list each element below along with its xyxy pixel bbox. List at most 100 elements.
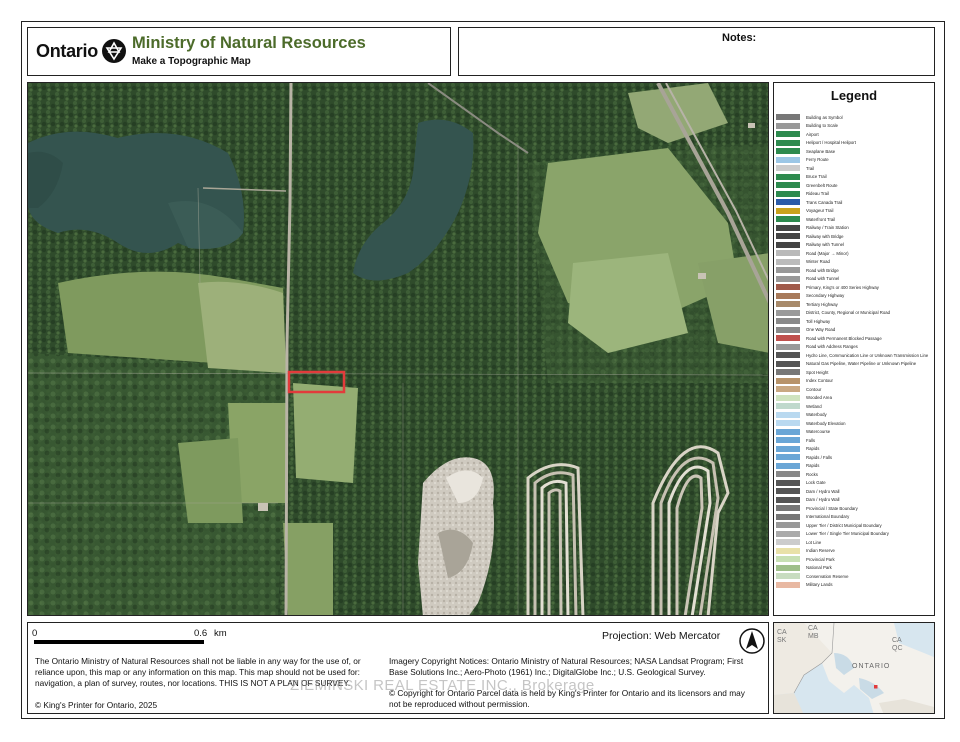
north-arrow-icon [739, 628, 765, 654]
legend-symbol-icon [776, 207, 800, 214]
legend-item-label: Road with Bridge [806, 267, 839, 273]
legend-item: Natural Gas Pipeline, Water Pipeline or … [776, 360, 916, 368]
legend-item-label: Military Lands [806, 582, 833, 587]
header-box: Ontario Ministry of Natural Resources Ma… [27, 27, 451, 76]
legend-item: Railway / Train Station [776, 224, 849, 232]
legend-symbol-icon [776, 318, 800, 324]
legend-item: Greenbelt Route [776, 181, 838, 189]
legend-item: District, County, Regional or Municipal … [776, 309, 890, 317]
legend-item: Tertiary Highway [776, 300, 838, 308]
legend-symbol-icon [776, 428, 800, 435]
legend-symbol-icon [776, 522, 800, 528]
legend-item-label: Provincial / State Boundary [806, 505, 858, 511]
legend-item-label: Lower Tier / Single Tier Municipal Bound… [806, 531, 889, 536]
legend-symbol-icon [776, 386, 800, 392]
legend-item: Dam / Hydro Wall [776, 496, 840, 504]
legend-item: Provincial Park [776, 555, 835, 563]
legend-item: Wetland [776, 402, 822, 410]
legend-item-label: Falls [806, 437, 816, 443]
legend-symbol-icon [776, 258, 800, 265]
legend-item: Upper Tier / District Municipal Boundary [776, 521, 882, 529]
brokerage-watermark: ZIEMINSKI REAL ESTATE INC., Brokerage [290, 677, 595, 694]
legend-item-label: Waterbody [806, 412, 827, 417]
legend-item-label: Wetland [806, 403, 822, 409]
notes-label: Notes: [722, 32, 757, 44]
legend-item: Rideau Trail [776, 190, 829, 198]
legend-item-label: Dam / Hydro Wall [806, 497, 840, 502]
legend-item: International Boundary [776, 513, 849, 521]
legend-symbol-icon [776, 369, 800, 375]
legend-item: Watercourse [776, 428, 830, 436]
legend-title: Legend [830, 88, 878, 103]
legend-symbol-icon [776, 275, 800, 282]
legend-item-label: Rocks [806, 471, 818, 477]
legend-symbol-icon [776, 513, 800, 520]
overview-label-mb: CA MB [808, 625, 819, 640]
legend-item: Falls [776, 436, 815, 444]
legend-item: Building as Symbol [776, 113, 843, 121]
legend-item-label: Contour [806, 386, 822, 392]
legend-item-label: Secondary Highway [806, 293, 845, 298]
legend-item-label: Primary, King's or 400 Series Highway [806, 284, 879, 290]
legend-symbol-icon [776, 437, 800, 443]
legend-item-label: Wooded Area [806, 395, 832, 400]
legend-item: Road (Major → Minor) [776, 249, 849, 257]
legend-item-label: Tertiary Highway [806, 301, 838, 307]
overview-map[interactable]: CA SK CA MB CA QC ONTARIO [773, 622, 935, 714]
legend-symbol-icon [776, 394, 800, 401]
legend-item-label: Rideau Trail [806, 191, 829, 196]
legend-symbol-icon [776, 250, 800, 256]
legend-item: Rocks [776, 470, 818, 478]
legend-item-label: Natural Gas Pipeline, Water Pipeline or … [806, 361, 917, 366]
legend-item: Airport [776, 130, 819, 138]
legend-item: Lower Tier / Single Tier Municipal Bound… [776, 530, 889, 538]
legend-symbol-icon [776, 131, 800, 137]
legend-panel: Legend Building as Symbol Building to Sca… [773, 82, 935, 616]
legend-symbol-icon [776, 496, 800, 503]
legend-item-label: Airport [806, 131, 819, 137]
legend-item-label: Road with Tunnel [806, 276, 840, 281]
legend-item: Heliport / Hospital Heliport [776, 139, 856, 147]
overview-label-sk: CA SK [777, 629, 787, 644]
legend-item-label: Greenbelt Route [806, 182, 838, 188]
footer-info-box: 0 0.6 km Projection: Web Mercator The On… [27, 622, 769, 714]
legend-item: Rapids / Falls [776, 453, 832, 461]
legend-symbol-icon [776, 326, 800, 333]
legend-item-label: Waterbody Elevation [806, 420, 846, 426]
legend-item: Trail [776, 164, 814, 172]
legend-item: One Way Road [776, 326, 835, 334]
legend-item: Lot Line [776, 538, 821, 546]
legend-item: Provincial / State Boundary [776, 504, 858, 512]
legend-symbol-icon [776, 292, 800, 299]
legend-symbol-icon [776, 377, 800, 384]
legend-symbol-icon [776, 471, 800, 477]
legend-item-label: Road (Major → Minor) [806, 250, 849, 256]
legend-item: Ferry Route [776, 156, 829, 164]
legend-symbol-icon [776, 122, 800, 129]
legend-symbol-icon [776, 165, 800, 171]
legend-item-label: District, County, Regional or Municipal … [806, 310, 890, 315]
scale-end-label: 0.6 [194, 628, 208, 639]
legend-item-label: Rapids [806, 463, 820, 468]
legend-symbol-icon [776, 343, 800, 350]
legend-symbol-icon [776, 454, 800, 460]
satellite-map[interactable] [27, 82, 769, 616]
legend-item: Railway with Tunnel [776, 241, 844, 249]
legend-item: Indian Reserve [776, 547, 835, 555]
notes-box[interactable]: Notes: [458, 27, 935, 76]
legend-symbol-icon [776, 139, 800, 146]
legend-item: Seaplane Base [776, 147, 835, 155]
legend-symbol-icon [776, 148, 800, 154]
legend-item-label: Rapids [806, 446, 820, 451]
legend-item-label: Bruce Trail [806, 174, 827, 179]
legend-item: Contour [776, 385, 821, 393]
legend-symbol-icon [776, 267, 800, 273]
legend-symbol-icon [776, 547, 800, 554]
legend-item: Building to Scale [776, 122, 838, 130]
legend-item: Road with Bridge [776, 266, 839, 274]
legend-symbol-icon [776, 284, 800, 290]
legend-symbol-icon [776, 556, 800, 562]
page-subtitle: Make a Topographic Map [132, 56, 251, 67]
legend-item: Waterbody [776, 411, 827, 419]
legend-item-label: Provincial Park [806, 556, 835, 562]
